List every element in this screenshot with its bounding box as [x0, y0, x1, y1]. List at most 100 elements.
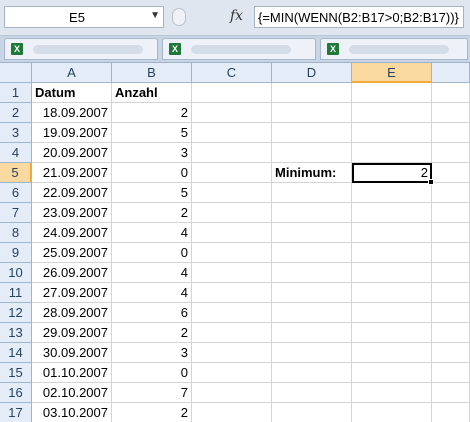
cell-a16[interactable]: 02.10.2007	[32, 383, 112, 403]
row-header[interactable]: 14	[0, 343, 32, 363]
cell-c16[interactable]	[192, 383, 272, 403]
cell-f6[interactable]	[432, 183, 470, 203]
cell-f5[interactable]	[432, 163, 470, 183]
cell-d3[interactable]	[272, 123, 352, 143]
cell-f2[interactable]	[432, 103, 470, 123]
cell-b3[interactable]: 5	[112, 123, 192, 143]
cell-a17[interactable]: 03.10.2007	[32, 403, 112, 422]
row-header[interactable]: 7	[0, 203, 32, 223]
workbook-tab[interactable]: X	[320, 38, 468, 60]
cell-a8[interactable]: 24.09.2007	[32, 223, 112, 243]
cell-e6[interactable]	[352, 183, 432, 203]
cell-b16[interactable]: 7	[112, 383, 192, 403]
cell-f9[interactable]	[432, 243, 470, 263]
cell-d17[interactable]	[272, 403, 352, 422]
cell-d9[interactable]	[272, 243, 352, 263]
row-header[interactable]: 12	[0, 303, 32, 323]
cell-c6[interactable]	[192, 183, 272, 203]
cell-a12[interactable]: 28.09.2007	[32, 303, 112, 323]
column-header-c[interactable]: C	[192, 63, 272, 83]
cell-e14[interactable]	[352, 343, 432, 363]
cell-a3[interactable]: 19.09.2007	[32, 123, 112, 143]
cell-c13[interactable]	[192, 323, 272, 343]
cell-b8[interactable]: 4	[112, 223, 192, 243]
cell-b14[interactable]: 3	[112, 343, 192, 363]
cell-d1[interactable]	[272, 83, 352, 103]
fill-handle[interactable]	[428, 179, 434, 185]
cell-c12[interactable]	[192, 303, 272, 323]
cell-c2[interactable]	[192, 103, 272, 123]
cell-f8[interactable]	[432, 223, 470, 243]
cell-e15[interactable]	[352, 363, 432, 383]
cell-e16[interactable]	[352, 383, 432, 403]
cell-f4[interactable]	[432, 143, 470, 163]
row-header[interactable]: 3	[0, 123, 32, 143]
row-header[interactable]: 4	[0, 143, 32, 163]
cell-b2[interactable]: 2	[112, 103, 192, 123]
cell-a13[interactable]: 29.09.2007	[32, 323, 112, 343]
cell-b12[interactable]: 6	[112, 303, 192, 323]
cell-f12[interactable]	[432, 303, 470, 323]
column-header-b[interactable]: B	[112, 63, 192, 83]
cell-a1[interactable]: Datum	[32, 83, 112, 103]
cell-c8[interactable]	[192, 223, 272, 243]
column-header-f[interactable]	[432, 63, 470, 83]
name-box[interactable]: E5 ▼	[4, 6, 164, 28]
cell-d14[interactable]	[272, 343, 352, 363]
cell-f3[interactable]	[432, 123, 470, 143]
cell-d16[interactable]	[272, 383, 352, 403]
cell-c11[interactable]	[192, 283, 272, 303]
cell-a2[interactable]: 18.09.2007	[32, 103, 112, 123]
cell-d10[interactable]	[272, 263, 352, 283]
cell-e2[interactable]	[352, 103, 432, 123]
cell-c15[interactable]	[192, 363, 272, 383]
cell-e10[interactable]	[352, 263, 432, 283]
cell-c1[interactable]	[192, 83, 272, 103]
formula-input[interactable]: {=MIN(WENN(B2:B17>0;B2:B17))}	[254, 6, 464, 28]
cell-b7[interactable]: 2	[112, 203, 192, 223]
cell-d6[interactable]	[272, 183, 352, 203]
column-header-d[interactable]: D	[272, 63, 352, 83]
select-all-corner[interactable]	[0, 63, 32, 83]
workbook-tab[interactable]: X	[4, 38, 158, 60]
column-header-a[interactable]: A	[32, 63, 112, 83]
cell-c5[interactable]	[192, 163, 272, 183]
cell-e17[interactable]	[352, 403, 432, 422]
cell-e3[interactable]	[352, 123, 432, 143]
cell-d4[interactable]	[272, 143, 352, 163]
row-header[interactable]: 2	[0, 103, 32, 123]
cell-e11[interactable]	[352, 283, 432, 303]
cell-d7[interactable]	[272, 203, 352, 223]
cell-b10[interactable]: 4	[112, 263, 192, 283]
cell-b6[interactable]: 5	[112, 183, 192, 203]
cell-e4[interactable]	[352, 143, 432, 163]
cell-d2[interactable]	[272, 103, 352, 123]
cell-f10[interactable]	[432, 263, 470, 283]
row-header[interactable]: 6	[0, 183, 32, 203]
cell-a10[interactable]: 26.09.2007	[32, 263, 112, 283]
cell-b5[interactable]: 0	[112, 163, 192, 183]
cell-c4[interactable]	[192, 143, 272, 163]
row-header[interactable]: 11	[0, 283, 32, 303]
cell-f16[interactable]	[432, 383, 470, 403]
cell-c3[interactable]	[192, 123, 272, 143]
cell-e8[interactable]	[352, 223, 432, 243]
row-header[interactable]: 16	[0, 383, 32, 403]
row-header[interactable]: 15	[0, 363, 32, 383]
cell-b11[interactable]: 4	[112, 283, 192, 303]
minimum-value-cell[interactable]: 2	[352, 163, 432, 183]
cell-b17[interactable]: 2	[112, 403, 192, 422]
cell-a11[interactable]: 27.09.2007	[32, 283, 112, 303]
cell-a7[interactable]: 23.09.2007	[32, 203, 112, 223]
cell-b9[interactable]: 0	[112, 243, 192, 263]
cell-a4[interactable]: 20.09.2007	[32, 143, 112, 163]
cell-d11[interactable]	[272, 283, 352, 303]
cell-d12[interactable]	[272, 303, 352, 323]
row-header[interactable]: 5	[0, 163, 32, 183]
cell-f15[interactable]	[432, 363, 470, 383]
cell-a9[interactable]: 25.09.2007	[32, 243, 112, 263]
cell-e1[interactable]	[352, 83, 432, 103]
cell-b1[interactable]: Anzahl	[112, 83, 192, 103]
cell-d13[interactable]	[272, 323, 352, 343]
cell-f13[interactable]	[432, 323, 470, 343]
